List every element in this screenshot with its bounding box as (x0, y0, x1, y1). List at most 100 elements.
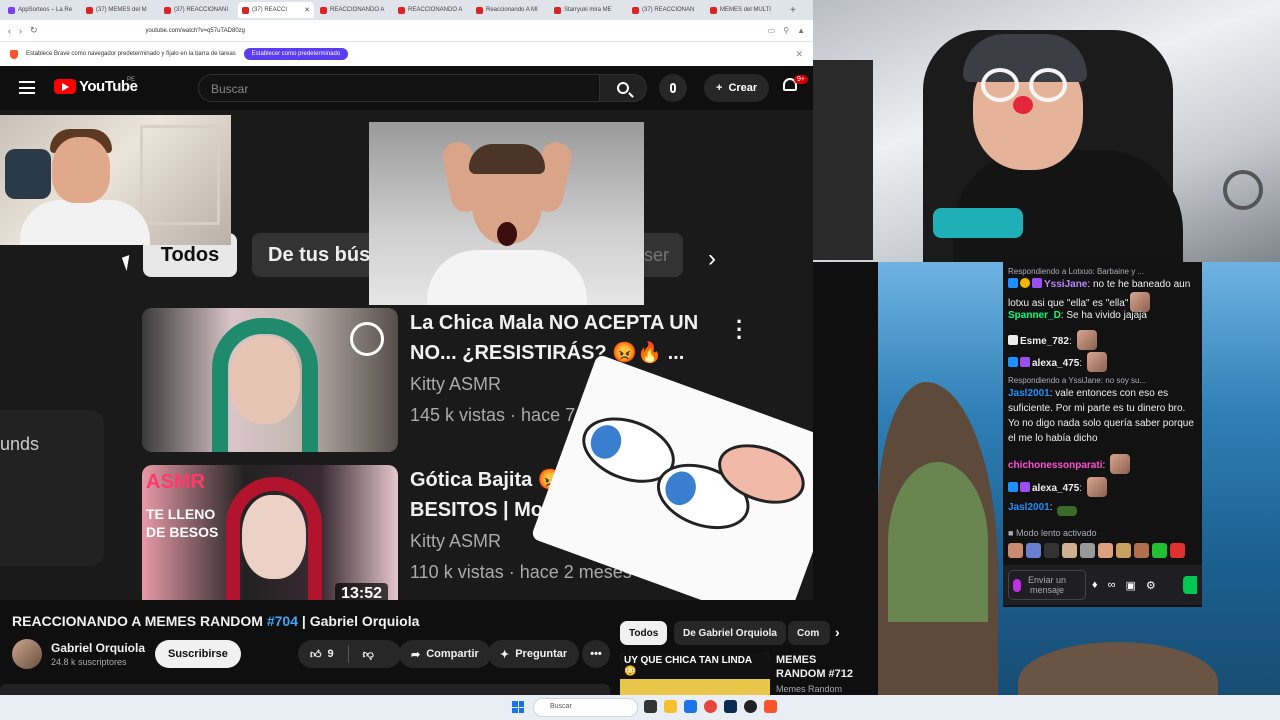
emote-icon[interactable] (1062, 543, 1077, 558)
chat-username[interactable]: chichonessonparati (1008, 460, 1102, 471)
browser-tab[interactable]: (37) MEMES del M (82, 2, 158, 18)
brave-icon[interactable] (764, 700, 777, 713)
emote-icon[interactable] (1026, 543, 1041, 558)
subscribe-button[interactable]: Suscribirse (155, 640, 241, 668)
browser-tab[interactable]: MEMES del MULTI (706, 2, 782, 18)
ask-button[interactable]: ✦ Preguntar (488, 640, 580, 668)
chat-username[interactable]: Spanner_D (1008, 310, 1061, 321)
url-field[interactable]: youtube.com/watch?v=q57uTAD80zg (146, 28, 760, 34)
channel-name[interactable]: Gabriel Orquiola (51, 641, 145, 655)
description-box-edge (0, 684, 610, 695)
side-video-thumbnail[interactable]: UY QUE CHICA TAN LINDA 😳 (620, 653, 770, 695)
search-button[interactable] (599, 74, 647, 102)
chat-username[interactable]: Jasl2001 (1008, 388, 1050, 399)
create-label: Crear (728, 82, 758, 94)
chat-message: chichonessonparati: (1008, 454, 1198, 474)
dislike-icon[interactable]: 👎︎ (363, 648, 374, 661)
send-button[interactable] (1183, 576, 1197, 594)
chat-username[interactable]: YssiJane (1044, 279, 1087, 290)
emote-icon (1110, 454, 1131, 474)
zoom-icon[interactable]: ⚲ (783, 26, 789, 35)
chat-username[interactable]: alexa_475 (1032, 483, 1079, 494)
chevron-right-icon: › (708, 245, 716, 272)
browser-tab[interactable]: (37) REACCIONAN (628, 2, 704, 18)
youtube-favicon-icon (554, 6, 561, 14)
chat-message-input[interactable]: Enviar un mensaje (1008, 570, 1086, 600)
photoshop-icon[interactable] (724, 700, 737, 713)
browser-tab[interactable]: Reaccionando A MI (472, 2, 548, 18)
recommendation-thumbnail: ASMR TE LLENO DE BESOS 13:52 (142, 465, 398, 600)
share-page-icon[interactable]: ▭ (768, 26, 776, 35)
chrome-icon[interactable] (704, 700, 717, 713)
recommendation-thumbnail (142, 308, 398, 452)
browser-tab[interactable]: REACCIONANDO A (394, 2, 470, 18)
video-title: REACCIONANDO A MEMES RANDOM #704 | Gabri… (12, 613, 419, 629)
notifications-button[interactable]: 9+ (783, 75, 808, 96)
share-button[interactable]: ➦ Compartir (399, 640, 491, 668)
like-icon[interactable]: 👍︎ (310, 648, 322, 661)
browser-tab[interactable]: AppSorteos – La Re (4, 2, 80, 18)
recommendation-meta: 145 k vistas · hace 7 m (410, 405, 596, 425)
infobar-close-icon[interactable]: ✕ (795, 49, 803, 60)
video-title-tail: | Gabriel Orquiola (298, 613, 420, 629)
set-default-button[interactable]: Establecer como predeterminado (243, 48, 349, 60)
channel-points-icon[interactable]: ♦ (1092, 579, 1098, 592)
emote-icon[interactable] (1116, 543, 1131, 558)
chat-input-bar: Enviar un mensaje ♦ ∞ ▣ ⚙ (1003, 565, 1202, 605)
task-view-icon[interactable] (644, 700, 657, 713)
forward-arrow-icon[interactable]: › (19, 26, 22, 36)
menu-icon[interactable] (19, 81, 35, 94)
browser-tab[interactable]: (37) REACCIONANI (160, 2, 236, 18)
chat-username[interactable]: alexa_475 (1032, 358, 1079, 369)
side-chip-all[interactable]: Todos (620, 621, 668, 645)
lamp-shape (1223, 170, 1263, 210)
emote-icon[interactable] (1152, 543, 1167, 558)
chat-message: Spanner_D: Se ha vivido jajaja (1008, 310, 1147, 321)
emote-icon[interactable] (1008, 543, 1023, 558)
more-actions-button[interactable]: ••• (582, 640, 610, 668)
browser-tab-active[interactable]: (37) REACCI ✕ (238, 2, 314, 18)
new-tab-button[interactable]: + (784, 5, 802, 16)
search-placeholder: Buscar (211, 82, 249, 96)
back-arrow-icon[interactable]: ‹ (8, 26, 11, 36)
brave-shields-icon[interactable]: ▲ (797, 26, 805, 35)
infinity-icon[interactable]: ∞ (1108, 579, 1116, 592)
like-count[interactable]: 9 (328, 648, 334, 660)
youtube-logo[interactable]: YouTube (54, 78, 138, 95)
chat-username[interactable]: Esme_782 (1020, 336, 1069, 347)
browser-tab[interactable]: REACCIONANDO A (316, 2, 392, 18)
microphone-icon[interactable] (1013, 578, 1021, 592)
search-input[interactable]: Buscar (198, 74, 600, 102)
emote-icon[interactable] (1044, 543, 1059, 558)
taskbar-search[interactable]: Buscar (533, 698, 638, 717)
video-hashtag[interactable]: #704 (267, 613, 298, 629)
emote-icon[interactable] (1134, 543, 1149, 558)
emote-icon[interactable] (1170, 543, 1185, 558)
chat-message: Jasl2001: vale entonces con eso es sufic… (1008, 388, 1194, 444)
thumbnail-face (242, 495, 306, 579)
man-hair (469, 144, 545, 174)
stream-chat: Respondiendo a Lotxuo: Barbaine y ... Ys… (1003, 262, 1202, 607)
edge-icon[interactable] (684, 700, 697, 713)
reload-icon[interactable]: ↻ (30, 25, 38, 36)
side-chip-channel[interactable]: De Gabriel Orquiola (674, 621, 786, 645)
emote-icon[interactable] (1098, 543, 1113, 558)
windows-start-icon[interactable] (512, 701, 524, 713)
voice-search-button[interactable] (659, 74, 687, 102)
create-button[interactable]: + Crear (704, 74, 770, 102)
sidebar-fragment-text: unds (0, 434, 40, 454)
side-video-title[interactable]: MEMES RANDOM #712 (776, 653, 866, 681)
channel-avatar[interactable] (12, 639, 42, 669)
side-chip-more[interactable]: Com (788, 621, 830, 645)
store-icon[interactable]: ▣ (1125, 579, 1135, 592)
obs-icon[interactable] (744, 700, 757, 713)
chat-username[interactable]: Jasl2001 (1008, 502, 1050, 513)
chevron-right-icon[interactable]: › (835, 624, 840, 640)
slow-mode-notice: ■ Modo lento activado (1008, 528, 1097, 538)
video-player[interactable]: unds Todos De tus bús ser › La Chica Mal… (0, 110, 813, 600)
tab-close-icon[interactable]: ✕ (304, 6, 310, 14)
emote-icon[interactable] (1080, 543, 1095, 558)
browser-tab[interactable]: Starryuki mira ME (550, 2, 626, 18)
file-explorer-icon[interactable] (664, 700, 677, 713)
gear-icon[interactable]: ⚙ (1146, 579, 1156, 592)
